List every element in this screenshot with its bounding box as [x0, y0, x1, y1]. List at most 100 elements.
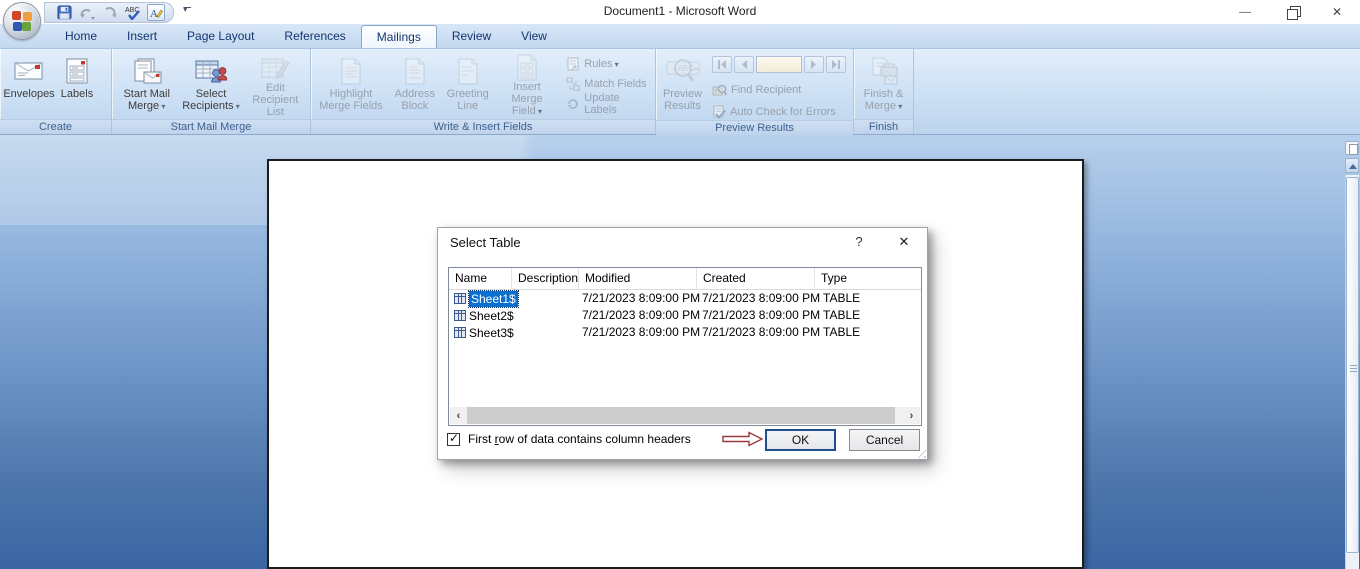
first-row-headers-label: First row of data contains column header…	[468, 432, 691, 446]
group-finish: Finish & Merge Finish	[854, 49, 914, 134]
find-recipient-button: Find Recipient	[712, 82, 846, 98]
preview-results-button: «ABC» Preview Results	[659, 52, 706, 118]
column-header-modified[interactable]: Modified	[579, 268, 697, 290]
finish-merge-button: Finish & Merge	[857, 52, 910, 118]
table-name[interactable]: Sheet2$	[469, 308, 514, 324]
first-record-button	[712, 56, 732, 73]
record-navigation	[712, 56, 846, 73]
ok-button[interactable]: OK	[765, 429, 836, 451]
group-label-preview-results: Preview Results	[656, 120, 853, 135]
column-header-description[interactable]: Description	[512, 268, 579, 290]
undo-icon	[79, 6, 95, 20]
tab-view[interactable]: View	[506, 24, 562, 48]
customize-qat-button[interactable]	[182, 4, 194, 18]
table-row[interactable]: Sheet2$ 7/21/2023 8:09:00 PM 7/21/2023 8…	[449, 307, 921, 324]
envelope-icon	[14, 54, 44, 88]
auto-check-icon	[712, 105, 726, 119]
auto-check-errors-button: Auto Check for Errors	[712, 104, 846, 120]
labels-icon	[65, 54, 89, 88]
header-checkbox-row: First row of data contains column header…	[447, 431, 691, 446]
tab-mailings[interactable]: Mailings	[360, 25, 437, 49]
dialog-title: Select Table	[450, 235, 521, 250]
insert-merge-field-label: Insert Merge Field	[497, 81, 558, 118]
record-number-box	[756, 56, 802, 73]
document-area: Select Table ? ✕ Name Description Modifi…	[0, 135, 1360, 569]
update-labels-label: Update Labels	[584, 92, 620, 116]
close-button[interactable]	[1314, 0, 1360, 24]
labels-button[interactable]: Labels	[55, 52, 99, 118]
tab-insert[interactable]: Insert	[112, 24, 172, 48]
highlight-merge-fields-icon	[340, 54, 362, 88]
dialog-titlebar[interactable]: Select Table ? ✕	[438, 228, 927, 258]
table-name[interactable]: Sheet1$	[468, 289, 519, 308]
table-list[interactable]: Name Description Modified Created Type S…	[448, 267, 922, 426]
start-mail-merge-icon	[132, 54, 162, 88]
match-fields-icon	[566, 77, 580, 91]
table-row[interactable]: Sheet3$ 7/21/2023 8:09:00 PM 7/21/2023 8…	[449, 324, 921, 341]
table-row[interactable]: Sheet1$ 7/21/2023 8:09:00 PM 7/21/2023 8…	[449, 289, 921, 308]
type-value: TABLE	[823, 308, 861, 322]
office-button[interactable]	[3, 2, 41, 40]
finish-merge-icon	[869, 54, 899, 88]
tab-home[interactable]: Home	[50, 24, 112, 48]
restore-button[interactable]	[1268, 0, 1314, 24]
minimize-button[interactable]	[1222, 0, 1268, 24]
table-icon	[454, 293, 466, 304]
group-label-finish: Finish	[854, 119, 913, 134]
edit-recipient-list-icon	[260, 54, 291, 82]
update-labels-button: Update Labels	[566, 92, 648, 116]
group-write-insert-fields: Highlight Merge Fields Address Block Gre…	[311, 49, 656, 134]
group-create: Envelopes Labels Create	[0, 49, 112, 134]
repeat-icon	[103, 6, 117, 20]
table-name[interactable]: Sheet3$	[469, 325, 514, 341]
first-row-headers-checkbox[interactable]	[447, 431, 460, 446]
greeting-line-button: Greeting Line	[442, 52, 494, 118]
created-value: 7/21/2023 8:09:00 PM	[702, 325, 821, 339]
edit-recipient-list-label: Edit Recipient List	[252, 82, 299, 118]
column-header-name[interactable]: Name	[449, 268, 512, 290]
auto-check-errors-label: Auto Check for Errors	[730, 106, 836, 118]
scrollbar-track[interactable]	[1345, 175, 1359, 569]
modified-value: 7/21/2023 8:09:00 PM	[582, 291, 701, 305]
scroll-right-button[interactable]: ›	[903, 407, 920, 424]
column-header-created[interactable]: Created	[697, 268, 815, 290]
labels-label: Labels	[60, 88, 94, 100]
tab-references[interactable]: References	[269, 24, 360, 48]
annotation-arrow-icon	[722, 431, 764, 447]
ruler-toggle-button[interactable]	[1345, 141, 1359, 155]
scrollbar-thumb[interactable]	[1346, 177, 1359, 553]
horizontal-scrollbar[interactable]: ‹ ›	[450, 407, 920, 424]
last-record-button	[826, 56, 846, 73]
spelling-button[interactable]: ABC	[124, 4, 142, 21]
scroll-left-button[interactable]: ‹	[450, 407, 467, 424]
column-header-type[interactable]: Type	[815, 268, 921, 290]
hscrollbar-thumb[interactable]	[467, 407, 895, 424]
envelopes-button[interactable]: Envelopes	[3, 52, 55, 118]
select-recipients-button[interactable]: Select Recipients	[178, 52, 243, 118]
start-mail-merge-button[interactable]: Start Mail Merge	[115, 52, 178, 118]
preview-results-icon: «ABC»	[666, 54, 700, 88]
previous-record-button	[734, 56, 754, 73]
finish-merge-label: Finish & Merge	[864, 88, 904, 113]
type-value: TABLE	[823, 325, 861, 339]
highlight-merge-fields-label: Highlight Merge Fields	[319, 88, 383, 112]
select-recipients-label: Select Recipients	[182, 88, 240, 113]
undo-button[interactable]	[78, 4, 96, 21]
address-block-button: Address Block	[388, 52, 442, 118]
tab-page-layout[interactable]: Page Layout	[172, 24, 269, 48]
tab-review[interactable]: Review	[437, 24, 506, 48]
cancel-button[interactable]: Cancel	[849, 429, 920, 451]
insert-merge-field-icon	[516, 54, 538, 81]
scroll-up-button[interactable]	[1345, 158, 1359, 173]
rules-button: Rules	[566, 56, 648, 72]
table-list-header: Name Description Modified Created Type	[449, 268, 921, 290]
group-label-write-insert-fields: Write & Insert Fields	[311, 119, 655, 134]
style-button[interactable]: A	[147, 4, 165, 21]
find-recipient-label: Find Recipient	[731, 84, 802, 96]
repeat-button[interactable]	[101, 4, 119, 21]
save-button[interactable]	[55, 4, 73, 21]
rules-icon	[566, 57, 580, 71]
dialog-close-button[interactable]: ✕	[893, 234, 915, 252]
dialog-help-button[interactable]: ?	[849, 234, 869, 252]
svg-text:A: A	[150, 8, 158, 20]
